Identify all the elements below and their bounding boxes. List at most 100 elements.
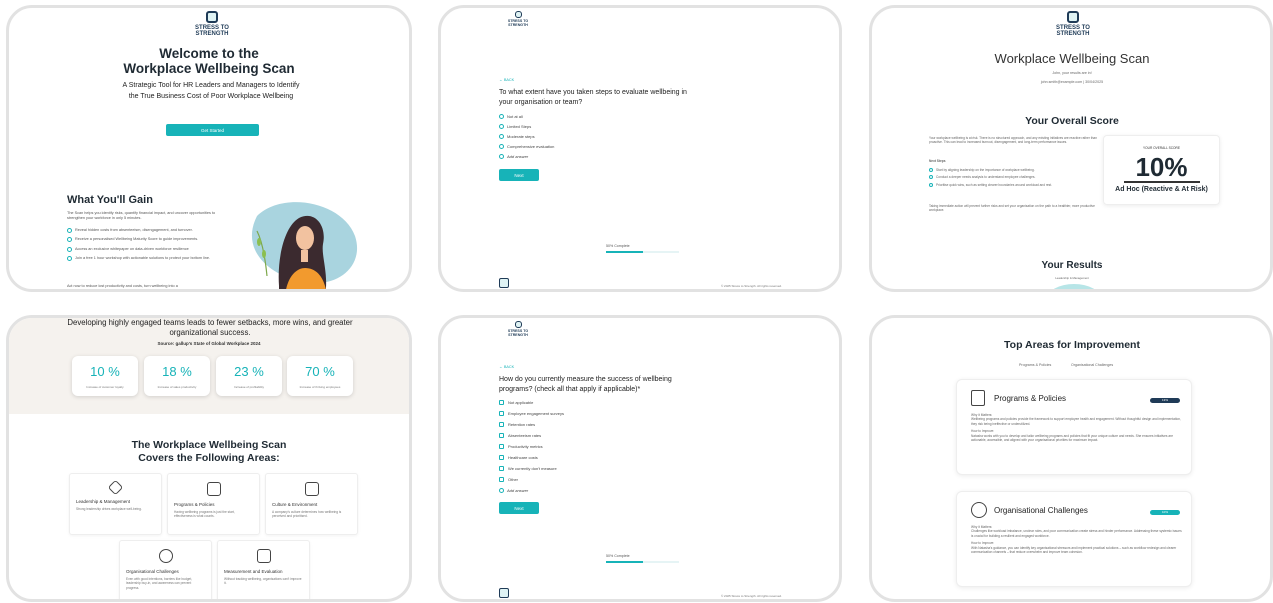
score-value: 10% [1135,152,1188,182]
question-text: How do you currently measure the success… [499,376,672,393]
option-checkbox[interactable]: Other [499,477,518,482]
option-radio[interactable]: Not at all [499,114,523,119]
option-checkbox[interactable]: Absenteeism rates [499,433,541,438]
option-checkbox[interactable]: Employee engagement surveys [499,411,564,416]
area-card: Culture & Environment A company's culture… [265,473,358,535]
welcome-title-2: Workplace Wellbeing Scan [123,61,295,76]
next-button[interactable]: Next [499,169,539,181]
next-step: Conduct a deeper needs analysis to under… [929,175,1097,180]
brand-icon [514,321,522,328]
back-link[interactable]: ← BACK [499,78,514,82]
checkbox[interactable] [499,400,504,405]
stat-value: 10 % [90,364,120,379]
brand-logo: STRESS TO STRENGTH [503,321,533,337]
option-radio[interactable]: Limited Steps [499,124,531,129]
bar-chart-icon [256,549,271,563]
gain-bullet-text: Receive a personalised Wellbeing Maturit… [75,237,199,242]
area-desc: Without tracking wellbeing, organisation… [224,577,302,586]
option-radio[interactable]: Comprehensive evaluation [499,144,554,149]
checkbox[interactable] [499,444,504,449]
brand-icon [206,11,218,23]
brand-line2: STRENGTH [508,332,528,337]
document-pen-icon [206,482,221,496]
radio-circle[interactable] [499,134,504,139]
screenshot-grid: STRESS TO STRENGTH Welcome to the Workpl… [0,0,1273,603]
gain-bullet-text: Access an exclusive whitepaper on data-d… [75,246,189,251]
score-card: YOUR OVERALL SCORE 10% Ad Hoc (Reactive … [1103,135,1220,205]
area-desc: Having wellbeing programs is just the st… [174,510,235,519]
option-checkbox[interactable]: Not applicable [499,400,533,405]
option-label: Retention rates [508,422,536,427]
checkbox[interactable] [499,411,504,416]
welcome-panel: STRESS TO STRENGTH Welcome to the Workpl… [6,5,412,292]
results-closing: Taking immediate action will prevent fur… [929,204,1095,213]
why-text: Challenges like workload imbalance, uncl… [971,529,1182,538]
checkbox[interactable] [499,455,504,460]
option-checkbox[interactable]: We currently don't measure [499,466,557,471]
check-icon [67,228,72,233]
improvement-badge: 10% [1150,510,1180,515]
option-checkbox[interactable]: Retention rates [499,422,535,427]
option-checkbox[interactable]: Healthcare costs [499,455,538,460]
area-desc: Even with good intentions, barriers like… [126,577,193,590]
check-icon [67,255,72,261]
gear-icon [971,502,987,518]
radio-circle[interactable] [499,124,504,129]
add-answer-label: Add answer [507,154,529,159]
results-greeting: John, your results are in! [1052,71,1092,75]
progress-label: 50% Complete [606,554,630,558]
checkbox[interactable] [499,433,504,438]
score-label: YOUR OVERALL SCORE [1143,146,1180,150]
stat-card: 10 % Increase of customer loyalty [72,356,138,396]
brand-logo: STRESS TO STRENGTH [1048,11,1098,37]
tab-programs-policies[interactable]: Programs & Policies [1019,363,1051,367]
back-link[interactable]: ← BACK [499,365,514,369]
add-answer-link[interactable]: Add answer [499,488,528,493]
people-icon [304,482,319,496]
option-label: Other [508,477,519,482]
stats-source: Source: gallup's State of Global Workpla… [157,341,261,346]
stat-label: Increase of customer loyalty [86,385,124,389]
score-level: Ad Hoc (Reactive & At Risk) [1115,185,1208,193]
option-radio[interactable]: Moderate steps [499,134,535,139]
tab-organisational-challenges[interactable]: Organisational Challenges [1071,363,1113,367]
radar-chart-top [1047,284,1101,289]
next-step-text: Conduct a deeper needs analysis to under… [936,175,1036,180]
brand-line2: STRENGTH [1056,31,1090,37]
copyright-text: © 2025 Stress to Strength. All rights re… [721,284,782,288]
progress-label: 50% Complete [606,244,630,248]
copyright-text: © 2025 Stress to Strength. All rights re… [721,594,782,598]
option-label: We currently don't measure [508,466,557,471]
your-results-heading: Your Results [1041,260,1103,271]
add-answer-link[interactable]: Add answer [499,154,528,159]
areas-title-2: Covers the Following Areas: [138,451,280,464]
welcome-title-1: Welcome to the [159,46,259,61]
improvement-panel: Top Areas for Improvement Programs & Pol… [869,315,1273,602]
stat-label: Increase of sales productivity [157,385,197,389]
option-label: Employee engagement surveys [508,411,565,416]
how-text: Natasha works with you to develop and ta… [971,433,1173,443]
gain-bullet-text: Join a free 1 hour workshop with actiona… [75,255,211,260]
improvement-item-title: Organisational Challenges [994,506,1088,515]
radio-circle[interactable] [499,144,504,149]
areas-title-1: The Workplace Wellbeing Scan [131,439,287,451]
option-checkbox[interactable]: Productivity metrics [499,444,543,449]
footer-logo-icon [499,588,509,598]
next-button[interactable]: Next [499,502,539,514]
plus-icon [499,154,504,159]
checkbox[interactable] [499,477,504,482]
radio-circle[interactable] [499,114,504,119]
results-sub-label: Leadership & Management [1055,276,1089,280]
brand-logo: STRESS TO STRENGTH [503,11,533,27]
checkbox[interactable] [499,422,504,427]
get-started-button[interactable]: Get Started [166,124,259,136]
next-step: Prioritise quick wins, such as setting c… [929,182,1097,187]
progress-bar [606,251,679,253]
checkbox[interactable] [499,466,504,471]
stat-label: Increase of thriving employees [299,385,341,389]
gain-bullet: Access an exclusive whitepaper on data-d… [67,246,217,252]
option-label: Moderate steps [507,134,535,139]
how-text: With Natasha's guidance, you can identif… [971,545,1177,555]
stat-card: 70 % Increase of thriving employees [287,356,353,396]
question-panel-1: STRESS TO STRENGTH ← BACK To what extent… [438,5,842,292]
